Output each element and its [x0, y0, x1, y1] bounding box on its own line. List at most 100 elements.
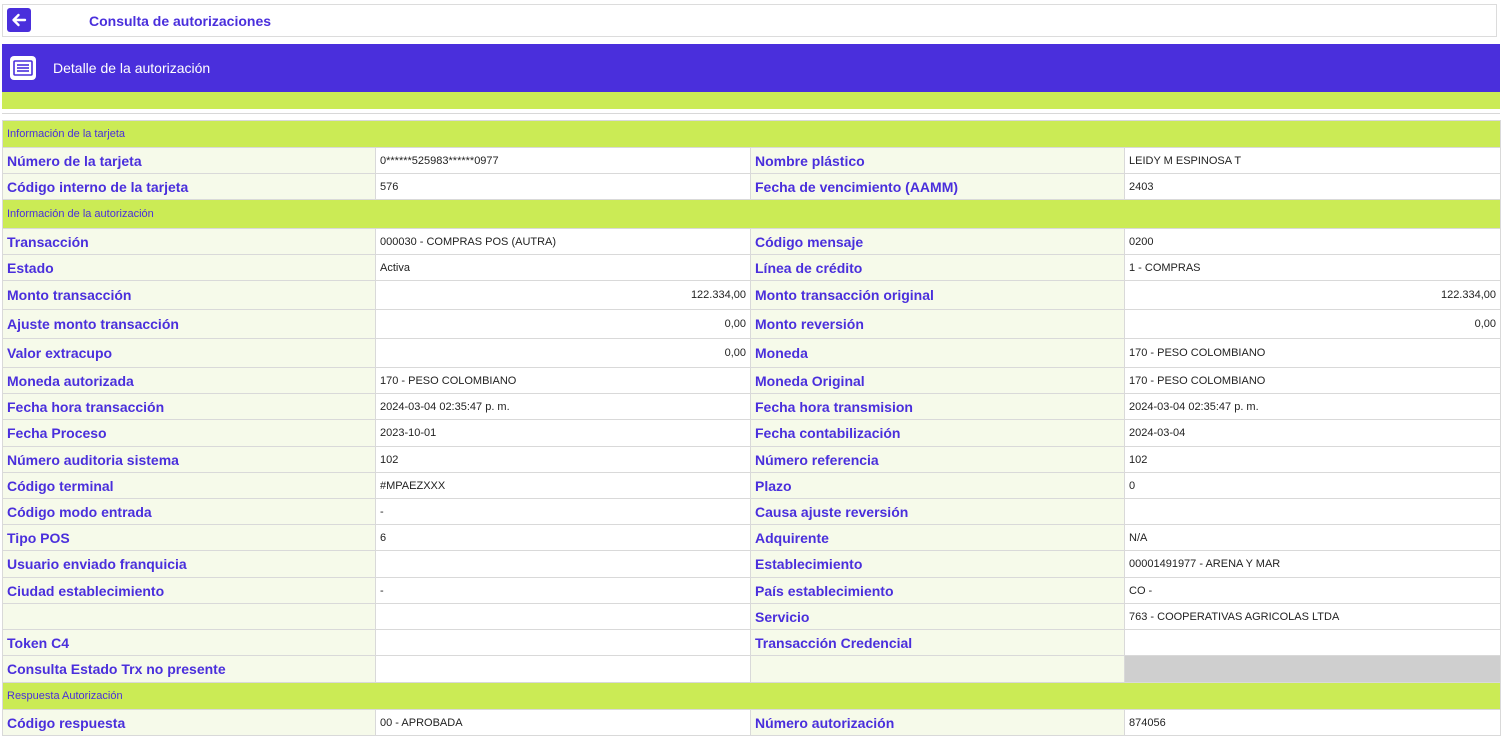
- field-label: Tipo POS: [2, 524, 376, 551]
- field-value: 170 - PESO COLOMBIANO: [375, 367, 751, 394]
- arrow-left-icon: [12, 13, 27, 27]
- accent-bar: [2, 92, 1500, 109]
- field-value: 2024-03-04 02:35:47 p. m.: [375, 393, 751, 420]
- field-value: [375, 603, 751, 630]
- field-label: [2, 603, 376, 630]
- field-label: Monto transacción original: [750, 280, 1125, 310]
- field-value: 0: [1123, 472, 1502, 499]
- table-row: Token C4 Transacción Credencial: [2, 629, 1502, 656]
- field-label: Código terminal: [2, 472, 376, 499]
- field-value: [1123, 629, 1502, 656]
- field-value: LEIDY M ESPINOSA T: [1123, 147, 1502, 174]
- field-value: Activa: [375, 254, 751, 281]
- field-value: [375, 655, 751, 683]
- field-label: Número auditoria sistema: [2, 446, 376, 473]
- document-list-icon: [10, 56, 36, 80]
- field-label: Transacción: [2, 228, 376, 255]
- field-value: 000030 - COMPRAS POS (AUTRA): [375, 228, 751, 255]
- field-label: Fecha Proceso: [2, 419, 376, 447]
- field-label: Fecha de vencimiento (AAMM): [750, 173, 1125, 200]
- field-value: 170 - PESO COLOMBIANO: [1123, 367, 1502, 394]
- table-row: Valor extracupo 0,00 Moneda 170 - PESO COLO…: [2, 338, 1502, 368]
- field-value: [1123, 498, 1502, 525]
- field-label: Nombre plástico: [750, 147, 1125, 174]
- field-value: 00001491977 - ARENA Y MAR: [1123, 550, 1502, 578]
- field-label: Número referencia: [750, 446, 1125, 473]
- field-label: Causa ajuste reversión: [750, 498, 1125, 525]
- field-label: Moneda Original: [750, 367, 1125, 394]
- field-value: 2024-03-04: [1123, 419, 1502, 447]
- field-label: Monto reversión: [750, 309, 1125, 339]
- field-value: 763 - COOPERATIVAS AGRICOLAS LTDA: [1123, 603, 1502, 630]
- field-label: Código mensaje: [750, 228, 1125, 255]
- field-label: Valor extracupo: [2, 338, 376, 368]
- field-label: Número autorización: [750, 709, 1125, 736]
- table-row: Código interno de la tarjeta 576 Fecha de …: [2, 173, 1502, 200]
- field-label: [750, 655, 1125, 683]
- field-label: Servicio: [750, 603, 1125, 630]
- field-label: Transacción Credencial: [750, 629, 1125, 656]
- table-row: Fecha hora transacción 2024-03-04 02:35:4…: [2, 393, 1502, 420]
- field-value: 00 - APROBADA: [375, 709, 751, 736]
- divider: [2, 113, 1500, 114]
- field-label: Consulta Estado Trx no presente: [2, 655, 376, 683]
- field-value: CO -: [1123, 577, 1502, 604]
- field-value: #MPAEZXXX: [375, 472, 751, 499]
- field-value: [375, 550, 751, 578]
- field-label: Estado: [2, 254, 376, 281]
- field-label: Línea de crédito: [750, 254, 1125, 281]
- table-row: Consulta Estado Trx no presente: [2, 655, 1502, 683]
- field-value: N/A: [1123, 524, 1502, 551]
- field-value: 122.334,00: [375, 280, 751, 310]
- field-value: 0,00: [1123, 309, 1502, 339]
- field-label: Código respuesta: [2, 709, 376, 736]
- field-value: 102: [1123, 446, 1502, 473]
- field-label: Ajuste monto transacción: [2, 309, 376, 339]
- table-row: Estado Activa Línea de crédito 1 - COMPRAS: [2, 254, 1502, 281]
- field-label: Monto transacción: [2, 280, 376, 310]
- top-navigation-bar: Consulta de autorizaciones: [2, 4, 1497, 37]
- field-label: Fecha hora transacción: [2, 393, 376, 420]
- table-row: Código terminal #MPAEZXXX Plazo 0: [2, 472, 1502, 499]
- field-label: Plazo: [750, 472, 1125, 499]
- back-button[interactable]: [7, 8, 31, 32]
- field-value: 0******525983******0977: [375, 147, 751, 174]
- field-value: 0200: [1123, 228, 1502, 255]
- table-row: Usuario enviado franquicia Establecimient…: [2, 550, 1502, 578]
- field-value: [1123, 655, 1502, 683]
- table-row: Número auditoria sistema 102 Número refere…: [2, 446, 1502, 473]
- field-label: Establecimiento: [750, 550, 1125, 578]
- field-value: -: [375, 577, 751, 604]
- table-row: Servicio 763 - COOPERATIVAS AGRICOLAS LTD…: [2, 603, 1502, 630]
- field-label: Fecha contabilización: [750, 419, 1125, 447]
- section-header-response: Respuesta Autorización: [1, 682, 1502, 710]
- section-header-auth: Información de la autorización: [1, 199, 1502, 229]
- field-label: Número de la tarjeta: [2, 147, 376, 174]
- field-value: 102: [375, 446, 751, 473]
- field-label: Token C4: [2, 629, 376, 656]
- authorization-detail-table: Información de la tarjeta Número de la ta…: [1, 120, 1502, 736]
- field-value: 1 - COMPRAS: [1123, 254, 1502, 281]
- detail-title: Detalle de la autorización: [53, 60, 211, 76]
- field-value: 2023-10-01: [375, 419, 751, 447]
- field-value: 122.334,00: [1123, 280, 1502, 310]
- field-label: Fecha hora transmision: [750, 393, 1125, 420]
- table-row: Ciudad establecimiento - País establecimie…: [2, 577, 1502, 604]
- field-label: Moneda autorizada: [2, 367, 376, 394]
- table-row: Fecha Proceso 2023-10-01 Fecha contabiliza…: [2, 419, 1502, 447]
- field-label: Adquirente: [750, 524, 1125, 551]
- field-value: -: [375, 498, 751, 525]
- field-label: Usuario enviado franquicia: [2, 550, 376, 578]
- field-value: 576: [375, 173, 751, 200]
- detail-header: Detalle de la autorización: [2, 44, 1500, 92]
- table-row: Tipo POS 6 Adquirente N/A: [2, 524, 1502, 551]
- field-value: 874056: [1123, 709, 1502, 736]
- field-label: País establecimiento: [750, 577, 1125, 604]
- field-value: 6: [375, 524, 751, 551]
- field-value: [375, 629, 751, 656]
- field-value: 0,00: [375, 309, 751, 339]
- table-row: Ajuste monto transacción 0,00 Monto revers…: [2, 309, 1502, 339]
- table-row: Monto transacción 122.334,00 Monto transac…: [2, 280, 1502, 310]
- field-label: Ciudad establecimiento: [2, 577, 376, 604]
- table-row: Moneda autorizada 170 - PESO COLOMBIANO Mo…: [2, 367, 1502, 394]
